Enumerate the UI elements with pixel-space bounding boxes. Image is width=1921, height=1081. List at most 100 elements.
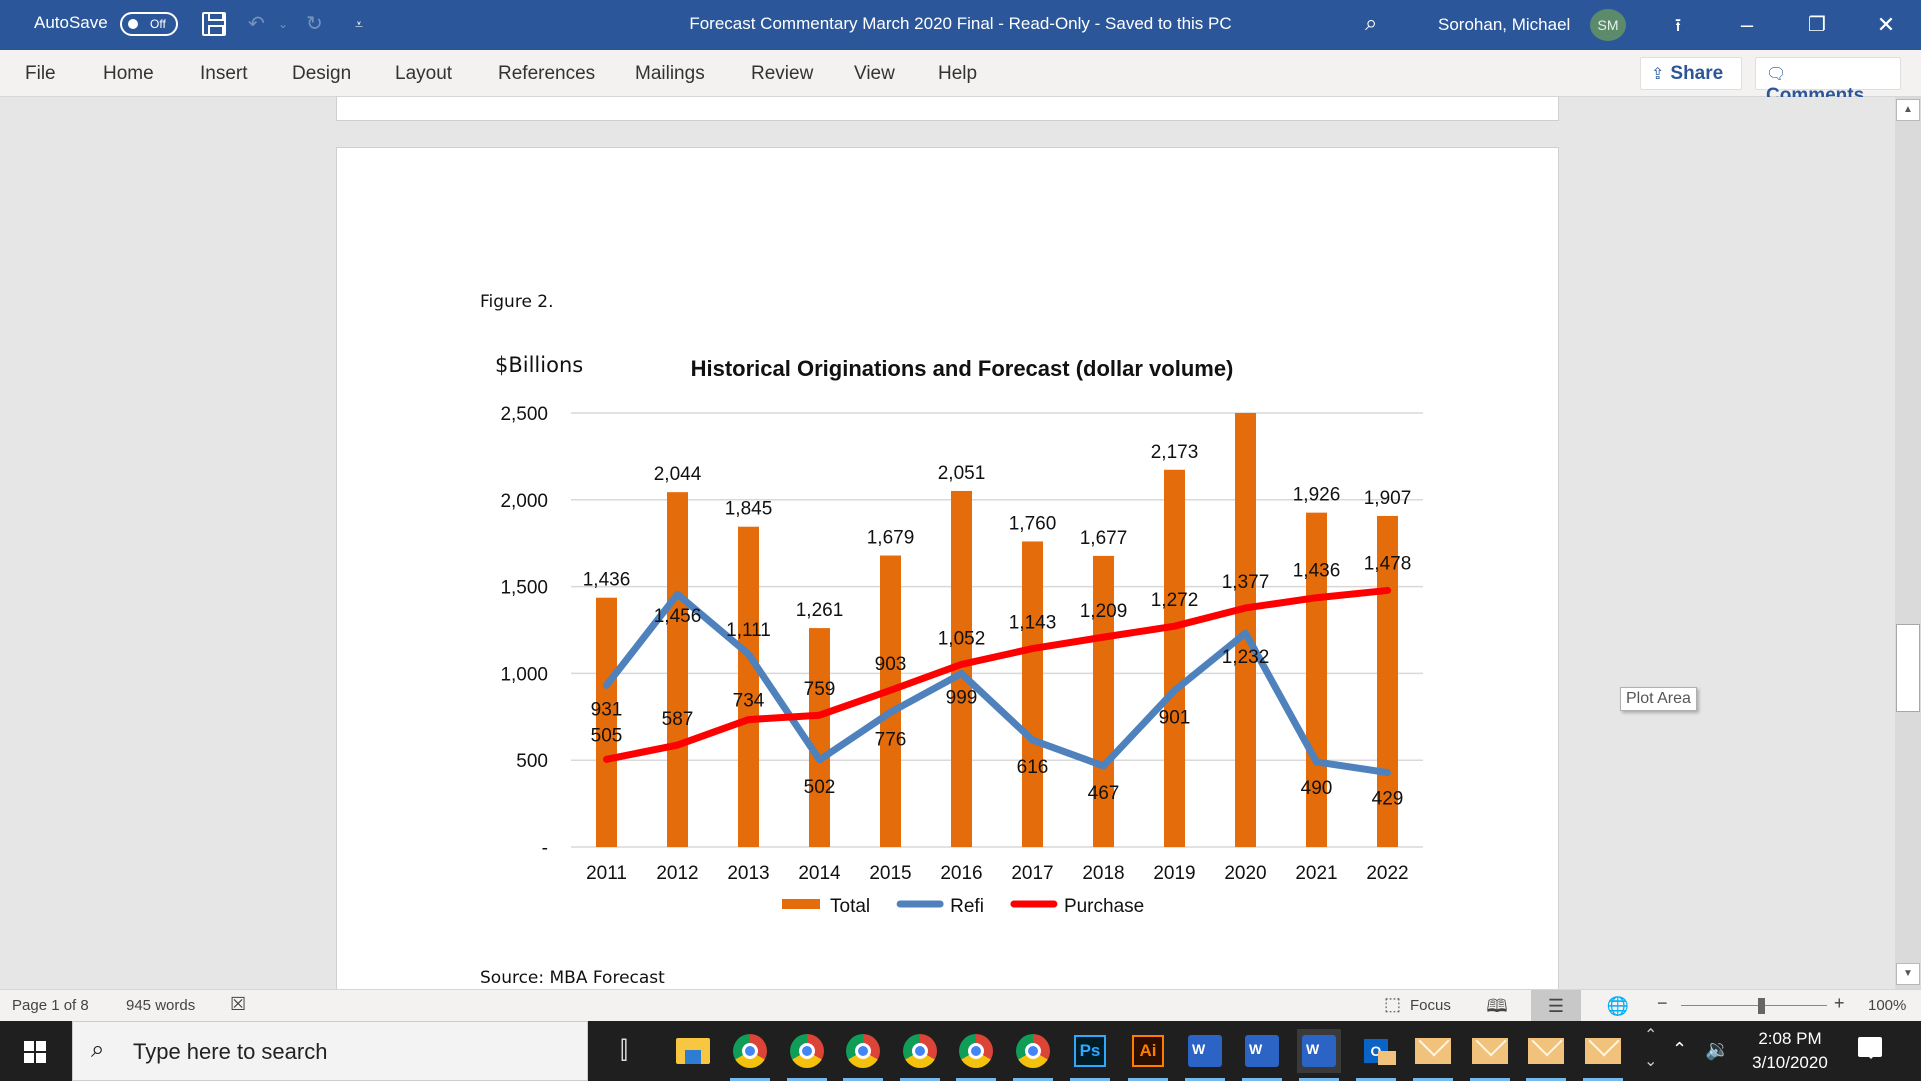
search-icon[interactable]: ⌕: [1365, 10, 1377, 36]
avatar[interactable]: SM: [1590, 9, 1626, 41]
taskbar-scroll-down-icon[interactable]: ⌄: [1644, 1051, 1657, 1071]
data-label-refi: 1,456: [654, 606, 702, 627]
scroll-thumb[interactable]: [1896, 624, 1920, 712]
chrome-icon[interactable]: [841, 1029, 885, 1081]
zoom-out-button[interactable]: −: [1657, 993, 1668, 1014]
tab-review[interactable]: Review: [751, 63, 813, 85]
scroll-up-button[interactable]: ▲: [1896, 99, 1920, 121]
data-label-total: 1,261: [796, 600, 844, 621]
page-count[interactable]: Page 1 of 8: [12, 997, 89, 1014]
share-button[interactable]: ⇪ Share: [1640, 57, 1742, 90]
close-icon[interactable]: ✕: [1866, 10, 1906, 40]
bar-total: [880, 555, 901, 847]
zoom-slider[interactable]: [1681, 1005, 1827, 1006]
bar-total: [1164, 469, 1185, 847]
tab-mailings[interactable]: Mailings: [635, 63, 705, 85]
illustrator-icon[interactable]: Ai: [1126, 1029, 1170, 1081]
taskbar-scroll-up-icon[interactable]: ⌃: [1644, 1025, 1657, 1045]
x-tick-label: 2016: [940, 863, 982, 884]
zoom-in-button[interactable]: +: [1834, 993, 1845, 1014]
tab-references[interactable]: References: [498, 63, 595, 85]
data-label-refi: 490: [1301, 778, 1333, 799]
chrome-icon[interactable]: [898, 1029, 942, 1081]
focus-icon[interactable]: ⬚: [1384, 994, 1401, 1015]
focus-label[interactable]: Focus: [1410, 997, 1451, 1014]
tab-home[interactable]: Home: [103, 63, 154, 85]
data-label-total: 1,845: [725, 499, 773, 520]
mail-icon[interactable]: [1468, 1029, 1512, 1081]
action-center-icon[interactable]: [1858, 1037, 1882, 1059]
data-label-purchase: 1,143: [1009, 613, 1057, 634]
save-icon[interactable]: [202, 12, 226, 36]
chrome-icon[interactable]: [728, 1029, 772, 1081]
volume-icon[interactable]: 🔉: [1705, 1037, 1730, 1062]
tab-view[interactable]: View: [854, 63, 895, 85]
web-layout-icon[interactable]: 🌐: [1593, 990, 1643, 1022]
tab-file[interactable]: File: [25, 63, 56, 85]
system-clock[interactable]: 2:08 PM 3/10/2020: [1740, 1027, 1840, 1075]
vertical-scrollbar[interactable]: ▲ ▼: [1895, 97, 1921, 989]
tab-layout[interactable]: Layout: [395, 63, 452, 85]
y-tick-label: 1,500: [500, 578, 548, 599]
data-label-refi: 467: [1088, 783, 1120, 804]
taskbar: ⌕ Type here to search ⫿ Ps Ai W W W O ⌃ …: [0, 1021, 1921, 1081]
x-tick-label: 2013: [727, 863, 769, 884]
x-tick-label: 2022: [1366, 863, 1408, 884]
file-explorer-icon[interactable]: [671, 1029, 715, 1073]
tab-insert[interactable]: Insert: [200, 63, 248, 85]
line-refi: [603, 590, 1391, 777]
data-label-refi: 999: [946, 688, 978, 709]
data-label-refi: 931: [591, 699, 623, 720]
word-count[interactable]: 945 words: [126, 997, 195, 1014]
data-label-total: 1,677: [1080, 528, 1128, 549]
share-icon: ⇪: [1651, 66, 1665, 83]
legend-label-refi: Refi: [950, 896, 984, 917]
mail-icon[interactable]: [1411, 1029, 1455, 1081]
outlook-icon[interactable]: O: [1354, 1029, 1398, 1081]
zoom-slider-thumb[interactable]: [1758, 998, 1766, 1014]
chrome-icon[interactable]: [954, 1029, 998, 1081]
y-axis-label: $Billions: [495, 353, 583, 377]
document-page: Figure 2. $Billions Historical Originati…: [336, 147, 1559, 989]
autosave-toggle[interactable]: Off: [120, 12, 178, 36]
print-layout-icon[interactable]: ☰: [1531, 990, 1581, 1022]
tab-design[interactable]: Design: [292, 63, 351, 85]
user-name[interactable]: Sorohan, Michael: [1438, 15, 1570, 35]
ribbon-display-icon[interactable]: ⭱: [1658, 10, 1698, 40]
x-tick-label: 2021: [1295, 863, 1337, 884]
minimize-icon[interactable]: –: [1727, 10, 1767, 40]
customize-qat-icon[interactable]: ⩡: [355, 12, 363, 36]
chrome-icon[interactable]: [1011, 1029, 1055, 1081]
taskbar-search-box[interactable]: ⌕ Type here to search: [72, 1021, 588, 1081]
restore-icon[interactable]: ❐: [1797, 10, 1837, 40]
word-icon[interactable]: W: [1183, 1029, 1227, 1081]
y-tick-label: 2,500: [500, 404, 548, 425]
zoom-level[interactable]: 100%: [1868, 997, 1906, 1014]
show-hidden-icons[interactable]: ⌃: [1672, 1039, 1687, 1060]
redo-icon[interactable]: ↻: [306, 12, 323, 36]
bar-total: [667, 492, 688, 847]
mail-icon[interactable]: [1524, 1029, 1568, 1081]
tab-help[interactable]: Help: [938, 63, 977, 85]
photoshop-icon[interactable]: Ps: [1068, 1029, 1112, 1081]
data-label-purchase: 587: [662, 709, 694, 730]
word-icon-active[interactable]: W: [1297, 1029, 1341, 1081]
undo-icon[interactable]: ↶: [248, 12, 265, 36]
undo-dropdown-icon[interactable]: ⌄: [278, 12, 288, 36]
comments-button[interactable]: 🗨Comments: [1755, 57, 1901, 106]
chart[interactable]: $Billions Historical Originations and Fo…: [337, 148, 1560, 989]
start-button[interactable]: [0, 1021, 72, 1081]
data-label-purchase: 1,209: [1080, 601, 1128, 622]
share-label: Share: [1670, 63, 1724, 84]
scroll-down-button[interactable]: ▼: [1896, 963, 1920, 985]
read-mode-icon[interactable]: 🕮: [1472, 990, 1522, 1022]
word-icon[interactable]: W: [1240, 1029, 1284, 1081]
data-label-refi: 429: [1372, 789, 1404, 810]
task-view-icon[interactable]: ⫿: [602, 1029, 646, 1073]
chrome-icon[interactable]: [785, 1029, 829, 1081]
y-tick-label: 2,000: [500, 491, 548, 512]
data-label-purchase: 734: [733, 691, 765, 712]
mail-icon[interactable]: [1581, 1029, 1625, 1081]
proofing-icon[interactable]: ☒: [230, 994, 246, 1015]
bar-total: [809, 628, 830, 847]
